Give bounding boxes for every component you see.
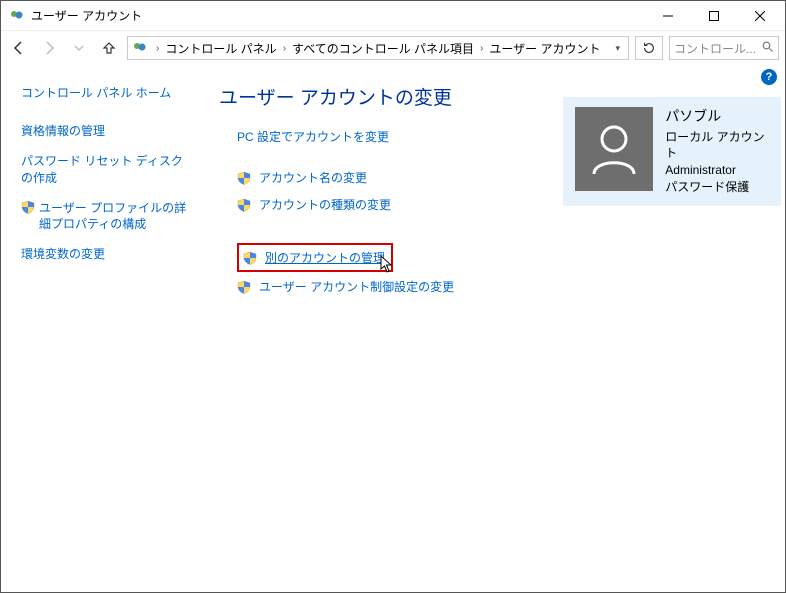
sidebar-home-label: コントロール パネル ホーム bbox=[21, 85, 171, 101]
shield-icon bbox=[237, 198, 251, 212]
task-label: ユーザー アカウント制御設定の変更 bbox=[259, 278, 454, 295]
window-title: ユーザー アカウント bbox=[31, 7, 645, 24]
breadcrumb-item[interactable]: すべてのコントロール パネル項目 bbox=[292, 40, 474, 57]
profile-card: パソブル ローカル アカウント Administrator パスワード保護 bbox=[563, 97, 781, 206]
maximize-button[interactable] bbox=[691, 1, 737, 31]
profile-role: Administrator bbox=[665, 162, 769, 179]
task-label: PC 設定でアカウントを変更 bbox=[237, 128, 389, 145]
task-manage-other-accounts[interactable]: 別のアカウントの管理 bbox=[237, 243, 393, 272]
refresh-button[interactable] bbox=[635, 36, 663, 60]
task-label: アカウント名の変更 bbox=[259, 169, 367, 186]
shield-icon bbox=[243, 251, 257, 265]
sidebar-item-profile-properties[interactable]: ユーザー プロファイルの詳細プロパティの構成 bbox=[21, 200, 193, 232]
sidebar-item-label: ユーザー プロファイルの詳細プロパティの構成 bbox=[39, 200, 193, 232]
search-icon bbox=[762, 41, 774, 56]
shield-icon bbox=[237, 280, 251, 294]
recent-locations-button[interactable] bbox=[67, 36, 91, 60]
shield-icon bbox=[21, 200, 35, 214]
profile-protection: パスワード保護 bbox=[665, 179, 769, 196]
search-input[interactable]: コントロール... bbox=[669, 36, 779, 60]
up-button[interactable] bbox=[97, 36, 121, 60]
shield-icon bbox=[237, 171, 251, 185]
chevron-right-icon[interactable]: › bbox=[476, 43, 487, 54]
task-label: アカウントの種類の変更 bbox=[259, 196, 391, 213]
address-dropdown-button[interactable]: ▾ bbox=[611, 43, 624, 54]
forward-button[interactable] bbox=[37, 36, 61, 60]
sidebar: コントロール パネル ホーム 資格情報の管理 パスワード リセット ディスクの作… bbox=[1, 65, 201, 592]
breadcrumb-item[interactable]: コントロール パネル bbox=[165, 40, 276, 57]
profile-name: パソブル bbox=[665, 107, 769, 127]
profile-info: パソブル ローカル アカウント Administrator パスワード保護 bbox=[665, 107, 769, 196]
minimize-button[interactable] bbox=[645, 1, 691, 31]
back-button[interactable] bbox=[7, 36, 31, 60]
navigation-bar: › コントロール パネル › すべてのコントロール パネル項目 › ユーザー ア… bbox=[1, 31, 785, 65]
sidebar-item-env-vars[interactable]: 環境変数の変更 bbox=[21, 246, 193, 262]
task-uac-settings[interactable]: ユーザー アカウント制御設定の変更 bbox=[237, 278, 777, 295]
titlebar: ユーザー アカウント bbox=[1, 1, 785, 31]
main-content: ユーザー アカウントの変更 PC 設定でアカウントを変更 アカウント名の変更 bbox=[201, 65, 785, 592]
task-label: 別のアカウントの管理 bbox=[265, 249, 385, 266]
sidebar-item-credentials[interactable]: 資格情報の管理 bbox=[21, 123, 193, 139]
breadcrumb-item[interactable]: ユーザー アカウント bbox=[489, 40, 600, 57]
chevron-right-icon[interactable]: › bbox=[152, 43, 163, 54]
sidebar-item-label: 資格情報の管理 bbox=[21, 123, 105, 139]
window-buttons bbox=[645, 1, 783, 31]
app-icon bbox=[9, 8, 25, 24]
control-panel-home-link[interactable]: コントロール パネル ホーム bbox=[21, 85, 193, 101]
close-button[interactable] bbox=[737, 1, 783, 31]
task-group-2: 別のアカウントの管理 ユーザー アカウント制御設定の変更 bbox=[219, 243, 777, 295]
chevron-right-icon[interactable]: › bbox=[279, 43, 290, 54]
sidebar-item-label: 環境変数の変更 bbox=[21, 246, 105, 262]
avatar bbox=[575, 107, 653, 191]
address-bar[interactable]: › コントロール パネル › すべてのコントロール パネル項目 › ユーザー ア… bbox=[127, 36, 629, 60]
sidebar-item-label: パスワード リセット ディスクの作成 bbox=[21, 153, 193, 185]
search-placeholder: コントロール... bbox=[674, 40, 756, 57]
profile-account-type: ローカル アカウント bbox=[665, 129, 769, 163]
control-panel-icon bbox=[132, 40, 148, 56]
sidebar-item-password-reset-disk[interactable]: パスワード リセット ディスクの作成 bbox=[21, 153, 193, 185]
